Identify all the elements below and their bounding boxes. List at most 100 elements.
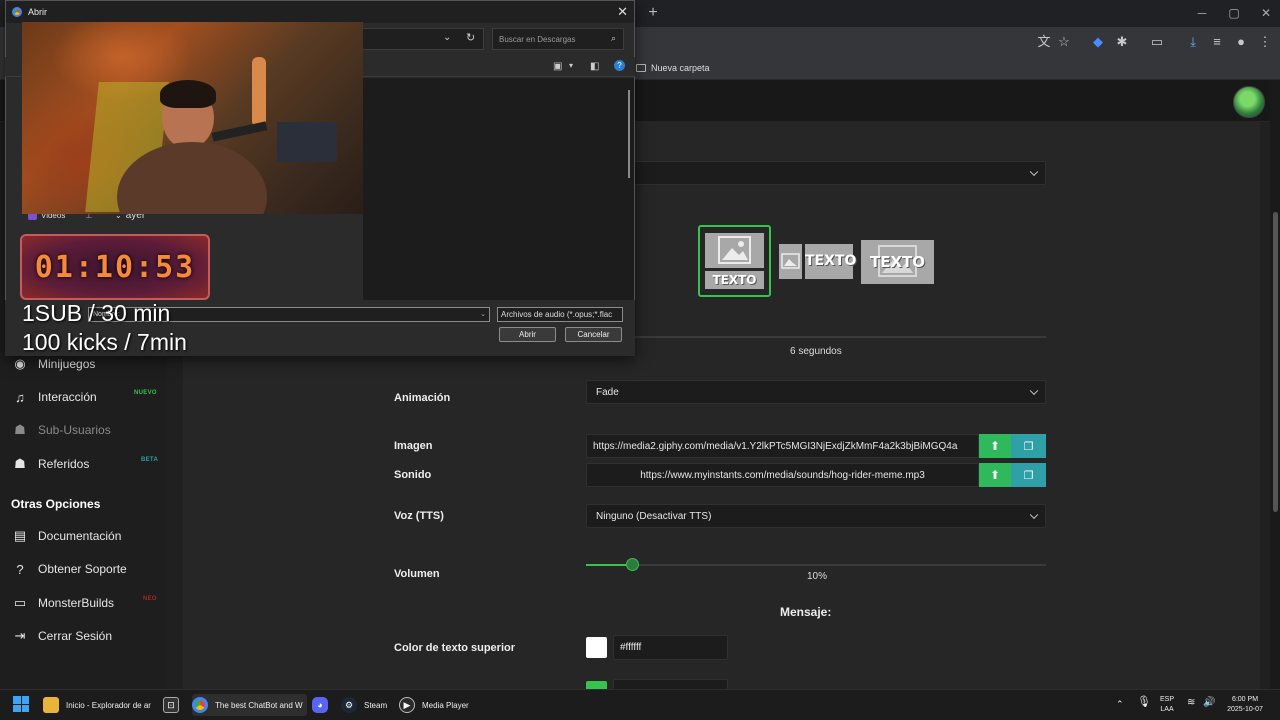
new-badge: NUEVO (134, 390, 157, 396)
gallery-image-button[interactable]: ❐ (1011, 434, 1046, 458)
sidebar-item-cerrar-sesion[interactable]: ⇥ Cerrar Sesión (12, 625, 112, 647)
volume-thumb[interactable] (626, 558, 639, 571)
voice-select[interactable]: Ninguno (Desactivar TTS) (586, 504, 1046, 528)
second-color-input[interactable] (613, 679, 728, 689)
dialog-title: Abrir (28, 7, 48, 17)
sidebar-item-monsterbuilds[interactable]: ▭ MonsterBuilds (12, 592, 114, 614)
music-note-icon: ♫ (15, 389, 25, 405)
taskbar-app-steam[interactable]: ⚙ Steam (341, 694, 387, 716)
wifi-icon[interactable]: ≋ (1187, 698, 1195, 708)
sidebar-item-interaccion[interactable]: ♫ Interacción (12, 386, 97, 408)
volume-value: 10% (807, 571, 828, 582)
chevron-down-icon (1029, 167, 1039, 177)
new-tab-button[interactable]: + (645, 4, 661, 22)
sidebar-item-documentacion[interactable]: ▤ Documentación (12, 525, 122, 547)
extension-shield-icon[interactable]: ◆ (1090, 34, 1106, 50)
sound-label: Sonido (394, 469, 432, 481)
clock[interactable]: 6:00 PM 2025-10-07 (1225, 695, 1265, 715)
volume-slider[interactable] (586, 558, 1046, 571)
sidebar-item-minijuegos[interactable]: ◉ Minijuegos (12, 353, 95, 375)
preview-pane-icon[interactable]: ◧ (590, 61, 599, 72)
dialog-search-input[interactable]: Buscar en Descargas ⌕ (492, 28, 624, 50)
top-text-color-value: #ffffff (620, 642, 642, 653)
sidebar-item-label: Interacción (38, 390, 97, 404)
dialog-close-icon[interactable]: ✕ (617, 4, 628, 20)
top-text-color-swatch[interactable] (586, 637, 607, 658)
dialog-open-button[interactable]: Abrir (499, 327, 556, 342)
search-icon: ⌕ (610, 33, 616, 43)
layout-text-label: TEXTO (705, 271, 764, 289)
chevron-down-icon[interactable]: ▾ (569, 61, 573, 70)
layout-option-side[interactable]: TEXTO (779, 244, 856, 279)
download-icon[interactable]: ⤓ (1185, 34, 1201, 50)
chevron-down-icon (1029, 386, 1039, 396)
taskbar-app-discord[interactable]: ◕ (312, 694, 328, 716)
image-placeholder-icon (779, 244, 802, 279)
refresh-icon[interactable]: ↻ (466, 31, 475, 44)
gamepad-icon: ◉ (14, 356, 26, 371)
dialog-scrollbar[interactable] (628, 90, 630, 178)
taskbar-app-media-player[interactable]: ▶ Media Player (399, 694, 469, 716)
tray-overflow-icon[interactable]: ⌃ (1116, 699, 1124, 709)
sidebar-item-referidos[interactable]: ☗ Referidos (12, 453, 89, 475)
clock-date: 2025-10-07 (1227, 706, 1263, 713)
taskbar-app-label: Steam (364, 700, 388, 710)
overlay-kicks-rule: 100 kicks / 7min (22, 329, 187, 355)
help-icon[interactable]: ? (614, 60, 625, 71)
extensions-icon[interactable]: ✱ (1114, 34, 1130, 50)
dialog-cancel-button[interactable]: Cancelar (565, 327, 622, 342)
taskbar-app-chrome[interactable]: The best ChatBot and W (192, 694, 307, 716)
taskbar-app-generic[interactable]: ⊡ (163, 694, 179, 716)
bookmark-star-icon[interactable]: ☆ (1056, 34, 1072, 50)
discord-icon: ◕ (312, 697, 328, 713)
app-icon: ⊡ (163, 697, 179, 713)
upload-sound-button[interactable]: ⬆ (979, 463, 1011, 487)
volume-icon[interactable]: 🔊 (1203, 698, 1215, 708)
neo-badge: NEO (143, 596, 157, 602)
referrals-icon: ☗ (14, 456, 26, 471)
dialog-filter-select[interactable]: Archivos de audio (*.opus;*.flac (497, 307, 623, 322)
sidebar-item-sub-usuarios[interactable]: ☗ Sub-Usuarios (12, 419, 111, 441)
page-scrollbar-thumb[interactable] (1273, 212, 1278, 512)
animation-label: Animación (394, 392, 451, 404)
sidebar-item-soporte[interactable]: ? Obtener Soporte (12, 558, 126, 580)
layout-option-stacked[interactable]: TEXTO (698, 225, 771, 297)
dialog-file-list[interactable] (363, 78, 634, 300)
microphone-icon[interactable]: 🎙 (1137, 697, 1151, 708)
sidebar-item-label: Minijuegos (38, 357, 96, 371)
chevron-down-icon[interactable]: ⌄ (443, 32, 451, 43)
sound-url-input[interactable]: https://www.myinstants.com/media/sounds/… (586, 463, 979, 487)
taskbar-app-explorer[interactable]: Inicio - Explorador de ar (43, 694, 151, 716)
translate-icon[interactable]: 文 (1036, 34, 1052, 50)
reading-list-icon[interactable]: ≡ (1209, 34, 1225, 50)
top-dropdown[interactable] (586, 161, 1046, 185)
taskbar-app-label: Media Player (422, 700, 469, 710)
duration-slider[interactable] (586, 336, 1046, 338)
close-window-button[interactable]: ✕ (1256, 5, 1276, 21)
upload-image-button[interactable]: ⬆ (979, 434, 1011, 458)
minimize-button[interactable]: ─ (1192, 5, 1212, 21)
image-url-input[interactable]: https://media2.giphy.com/media/v1.Y2lkPT… (586, 434, 979, 458)
animation-select[interactable]: Fade (586, 380, 1046, 404)
help-icon: ? (16, 561, 24, 577)
layout-text-label: TEXTO (805, 244, 856, 279)
user-avatar[interactable] (1233, 86, 1265, 118)
taskbar-app-label: Inicio - Explorador de ar (66, 700, 151, 710)
top-text-color-input[interactable]: #ffffff (613, 635, 728, 660)
gallery-icon: ❐ (1023, 469, 1034, 482)
menu-icon[interactable]: ⋮ (1257, 34, 1273, 50)
dialog-address-bar[interactable]: ⌄ ↻ (358, 28, 484, 50)
tab-search-icon[interactable]: ▭ (1149, 34, 1165, 50)
profile-icon[interactable]: ● (1233, 34, 1249, 50)
windows-start-icon[interactable] (13, 696, 29, 712)
second-color-swatch[interactable] (586, 681, 607, 689)
upload-icon: ⬆ (989, 468, 1001, 482)
view-options-icon[interactable]: ▣ (553, 61, 562, 72)
logout-icon: ⇥ (14, 628, 26, 643)
image-placeholder-icon (705, 233, 764, 268)
layout-option-overlay[interactable]: TEXTO (861, 240, 934, 284)
maximize-button[interactable]: ▢ (1224, 5, 1244, 21)
language-indicator[interactable]: ESP LAA (1160, 695, 1174, 715)
bookmark-folder[interactable]: Nueva carpeta (636, 60, 710, 76)
gallery-sound-button[interactable]: ❐ (1011, 463, 1046, 487)
